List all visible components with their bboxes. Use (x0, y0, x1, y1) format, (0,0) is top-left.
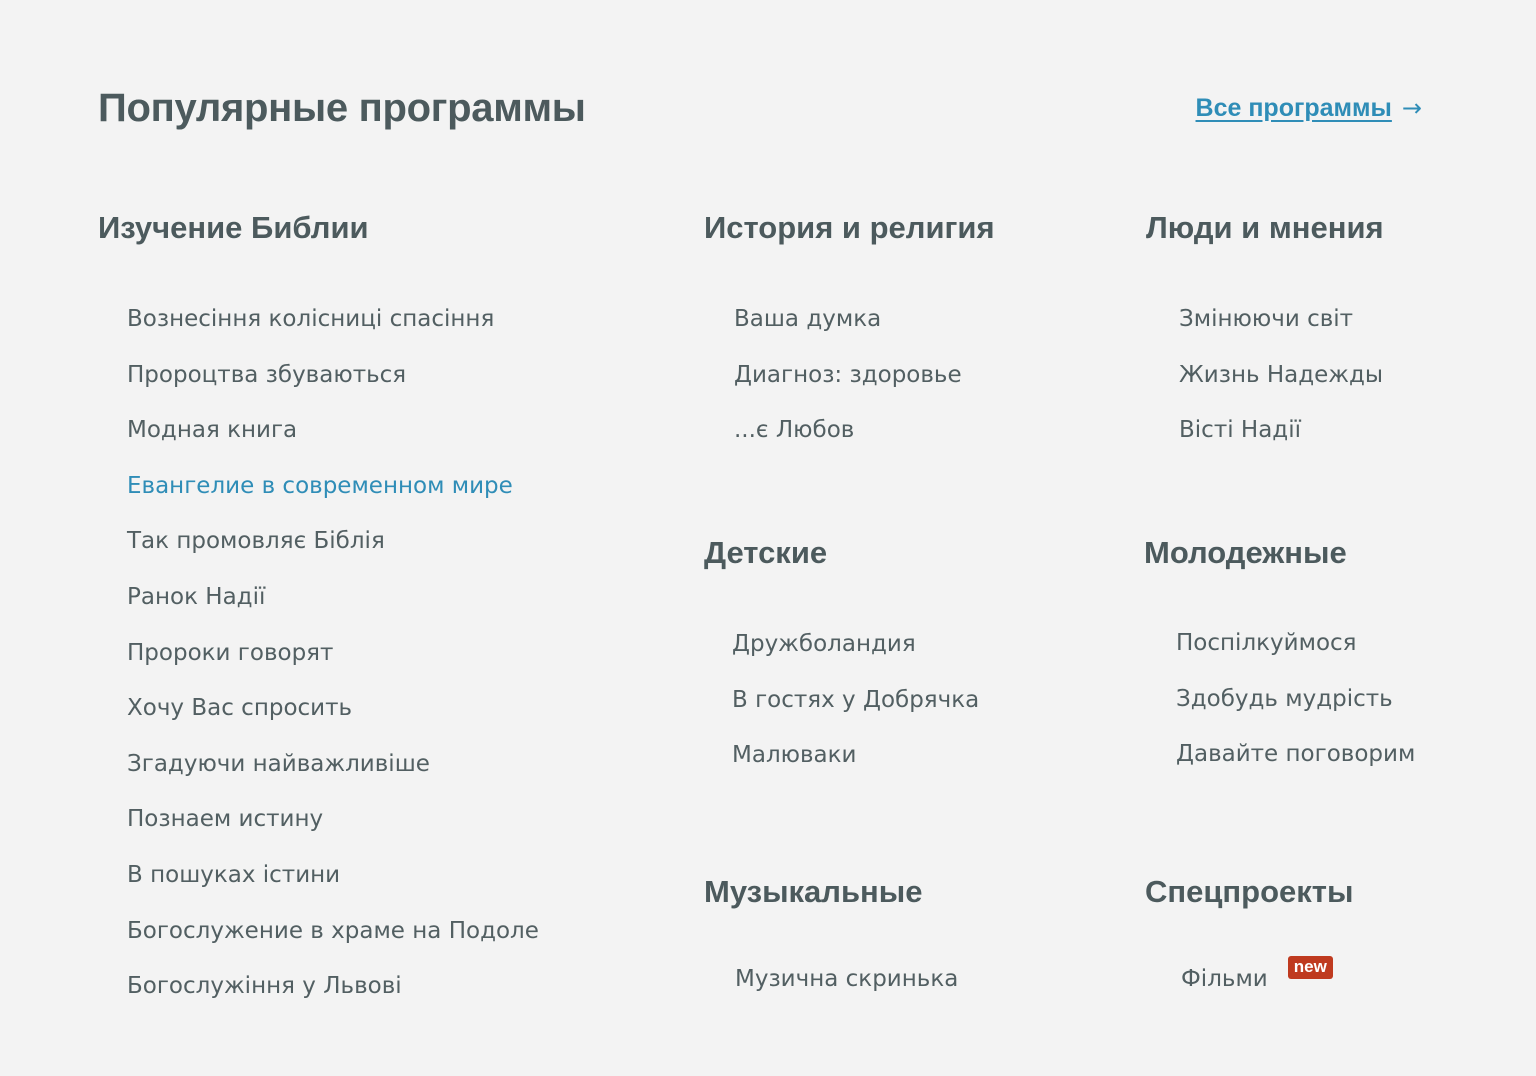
section-title: Детские (704, 535, 828, 570)
all-programs-link-label: Все программы (1195, 94, 1392, 122)
program-list: Дружболандия В гостях у Добрячка Малювак… (732, 617, 979, 784)
section-youth: Молодежные Поспілкуймося Здобудь мудріст… (1144, 533, 1415, 783)
program-link[interactable]: Познаем истину (127, 792, 539, 848)
section-kids: Детские Дружболандия В гостях у Добрячка… (704, 533, 979, 784)
program-link[interactable]: Згадуючи найважливіше (127, 737, 539, 793)
program-link[interactable]: Модная книга (127, 403, 539, 459)
section-history-religion: История и религия Ваша думка Диагноз: зд… (704, 208, 995, 459)
program-link[interactable]: Жизнь Надежды (1179, 348, 1384, 404)
program-link[interactable]: Ранок Надії (127, 570, 539, 626)
program-link[interactable]: Дружболандия (732, 617, 979, 673)
program-link[interactable]: ...є Любов (734, 403, 995, 459)
section-title: Молодежные (1144, 535, 1347, 570)
page-title: Популярные программы (98, 86, 586, 130)
program-list: Фільми new (1181, 952, 1353, 1008)
program-link[interactable]: Вознесіння колісниці спасіння (127, 292, 539, 348)
program-link[interactable]: Хочу Вас спросить (127, 681, 539, 737)
program-link[interactable]: Ваша думка (734, 292, 995, 348)
new-badge: new (1287, 956, 1333, 979)
program-list: Змінюючи світ Жизнь Надежды Вісті Надії (1179, 292, 1384, 459)
program-link[interactable]: Давайте поговорим (1176, 727, 1415, 783)
section-title: Спецпроекты (1145, 874, 1354, 909)
program-list: Музична скринька (735, 952, 958, 1008)
arrow-right-icon: → (1401, 94, 1422, 122)
program-list: Ваша думка Диагноз: здоровье ...є Любов (734, 292, 995, 459)
program-link[interactable]: Вісті Надії (1179, 403, 1384, 459)
program-link[interactable]: Музична скринька (735, 952, 958, 1008)
program-link[interactable]: Богослужение в храме на Подоле (127, 904, 539, 960)
section-people-opinions: Люди и мнения Змінюючи світ Жизнь Надежд… (1146, 208, 1384, 459)
program-link[interactable]: Диагноз: здоровье (734, 348, 995, 404)
program-link[interactable]: Малюваки (732, 728, 979, 784)
program-list: Поспілкуймося Здобудь мудрість Давайте п… (1176, 616, 1415, 783)
program-link[interactable]: Пророки говорят (127, 626, 539, 682)
section-music: Музыкальные Музична скринька (704, 872, 958, 1008)
section-title: Музыкальные (704, 874, 923, 909)
section-title: Изучение Библии (98, 210, 369, 245)
program-link[interactable]: В гостях у Добрячка (732, 673, 979, 729)
program-link[interactable]: Так промовляє Біблія (127, 514, 539, 570)
program-link[interactable]: Пророцтва збуваються (127, 348, 539, 404)
program-link[interactable]: Фільми new (1181, 952, 1353, 1008)
all-programs-link[interactable]: Все программы → (1196, 92, 1422, 124)
section-special-projects: Спецпроекты Фільми new (1145, 872, 1353, 1008)
program-link-active[interactable]: Евангелие в современном мире (127, 459, 539, 515)
program-list: Вознесіння колісниці спасіння Пророцтва … (127, 292, 539, 1015)
program-link[interactable]: Поспілкуймося (1176, 616, 1415, 672)
program-link[interactable]: Здобудь мудрість (1176, 672, 1415, 728)
section-title: История и религия (704, 210, 995, 245)
program-link[interactable]: В пошуках істини (127, 848, 539, 904)
section-bible-study: Изучение Библии Вознесіння колісниці спа… (98, 208, 539, 1015)
program-link-label: Фільми (1181, 966, 1268, 992)
section-title: Люди и мнения (1146, 210, 1384, 245)
program-link[interactable]: Змінюючи світ (1179, 292, 1384, 348)
program-link[interactable]: Богослужіння у Львові (127, 959, 539, 1015)
